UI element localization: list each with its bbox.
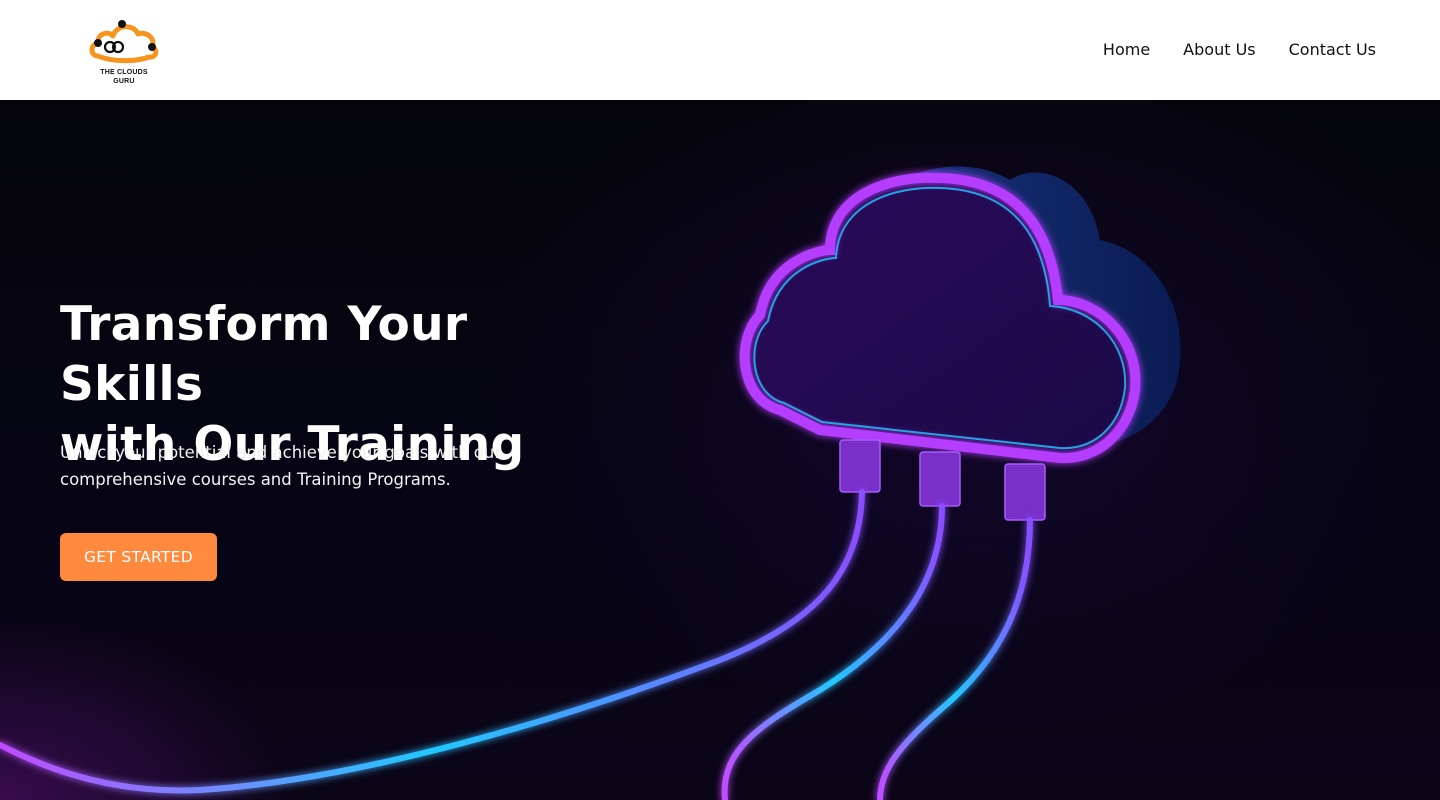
get-started-button[interactable]: GET STARTED bbox=[60, 533, 217, 581]
logo-text-line1: THE CLOUDS bbox=[100, 69, 148, 76]
logo-wordmark: THE CLOUDS GURU bbox=[86, 68, 162, 86]
hero-section: Transform Your Skills with Our Training … bbox=[0, 100, 1440, 800]
logo-text-line2: GURU bbox=[113, 78, 135, 85]
cloud-logo-icon bbox=[89, 20, 159, 64]
top-navigation-bar: THE CLOUDS GURU Home About Us Contact Us bbox=[0, 0, 1440, 100]
hero-subtext: Unlockyour potential and achieve your go… bbox=[60, 443, 502, 489]
nav-about-us-link[interactable]: About Us bbox=[1183, 40, 1255, 59]
main-nav: Home About Us Contact Us bbox=[1103, 40, 1376, 59]
nav-contact-us-link[interactable]: Contact Us bbox=[1289, 40, 1376, 59]
nav-home-link[interactable]: Home bbox=[1103, 40, 1150, 59]
hero-headline-line1: Transform Your Skills bbox=[60, 297, 468, 412]
brand-logo[interactable]: THE CLOUDS GURU bbox=[86, 14, 162, 88]
